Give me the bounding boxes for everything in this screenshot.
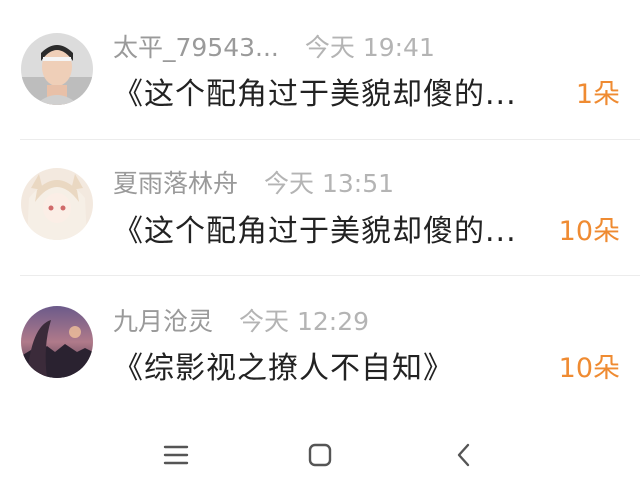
home-icon[interactable]	[300, 435, 340, 475]
gift-list: 太平_79543... 今天 19:41 《这个配角过于美貌却傻的... 1朵	[0, 0, 640, 412]
gift-count: 10朵	[558, 216, 620, 247]
avatar-image	[21, 306, 93, 378]
screen: 太平_79543... 今天 19:41 《这个配角过于美貌却傻的... 1朵	[0, 0, 640, 501]
book-title[interactable]: 《这个配角过于美貌却傻的...	[113, 73, 517, 117]
comment-meta: 夏雨落林舟 今天 13:51	[113, 164, 394, 200]
timestamp: 今天 12:29	[239, 307, 370, 336]
book-title[interactable]: 《综影视之撩人不自知》	[113, 347, 454, 391]
comment-meta: 九月沧灵 今天 12:29	[113, 302, 369, 338]
book-title[interactable]: 《这个配角过于美貌却傻的...	[113, 210, 517, 254]
gift-count: 10朵	[558, 353, 620, 384]
menu-icon[interactable]	[156, 435, 196, 475]
username[interactable]: 夏雨落林舟	[113, 164, 238, 200]
username[interactable]: 九月沧灵	[113, 302, 213, 338]
list-item[interactable]: 夏雨落林舟 今天 13:51 《这个配角过于美貌却傻的... 10朵	[0, 140, 640, 276]
timestamp: 今天 13:51	[264, 169, 395, 198]
system-nav-bar	[0, 409, 640, 501]
timestamp: 今天 19:41	[304, 33, 435, 62]
comment-meta: 太平_79543... 今天 19:41	[113, 28, 435, 64]
back-icon[interactable]	[444, 435, 484, 475]
username[interactable]: 太平_79543...	[113, 28, 279, 64]
avatar[interactable]	[21, 306, 93, 378]
avatar-image	[21, 33, 93, 105]
avatar[interactable]	[21, 168, 93, 240]
avatar-image	[21, 168, 93, 240]
gift-count: 1朵	[575, 79, 620, 110]
avatar[interactable]	[21, 33, 93, 105]
list-item[interactable]: 太平_79543... 今天 19:41 《这个配角过于美貌却傻的... 1朵	[0, 0, 640, 140]
list-item[interactable]: 九月沧灵 今天 12:29 《综影视之撩人不自知》 10朵	[0, 276, 640, 412]
